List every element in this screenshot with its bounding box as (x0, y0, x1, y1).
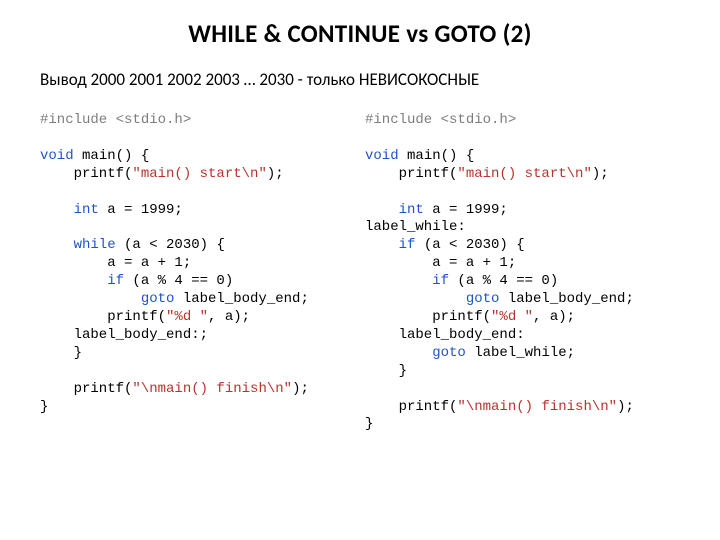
code-token: ); (617, 399, 634, 415)
code-token: "\nmain() finish\n" (132, 381, 292, 397)
code-token: ); (267, 166, 284, 182)
code-token: int (365, 202, 424, 218)
code-token: (a % 4 == 0) (124, 273, 233, 289)
code-line: label_while: (365, 219, 466, 235)
code-token: "%d " (491, 309, 533, 325)
code-token: void (40, 148, 74, 164)
code-block-right: #include <stdio.h> void main() { printf(… (365, 112, 680, 434)
code-column-left: #include <stdio.h> void main() { printf(… (40, 112, 355, 434)
code-line: } (365, 416, 373, 432)
code-line: #include <stdio.h> (365, 112, 516, 128)
code-token: "main() start\n" (132, 166, 266, 182)
code-token: label_body_end; (174, 291, 308, 307)
code-line: label_body_end:; (40, 327, 208, 343)
code-token: if (365, 273, 449, 289)
code-token: "main() start\n" (457, 166, 591, 182)
code-line: a = a + 1; (365, 255, 516, 271)
code-token: printf( (365, 166, 457, 182)
code-token: label_body_end; (499, 291, 633, 307)
code-block-left: #include <stdio.h> void main() { printf(… (40, 112, 355, 416)
code-token: (a < 2030) { (415, 237, 524, 253)
code-token: ); (592, 166, 609, 182)
code-token: "\nmain() finish\n" (457, 399, 617, 415)
code-line: label_body_end: (365, 327, 525, 343)
code-line: } (365, 363, 407, 379)
code-token: , a); (208, 309, 250, 325)
code-token: , a); (533, 309, 575, 325)
code-token: int (40, 202, 99, 218)
code-token: printf( (365, 399, 457, 415)
code-token: printf( (40, 309, 166, 325)
code-token: a = 1999; (99, 202, 183, 218)
code-token: goto (365, 291, 499, 307)
code-token: goto (40, 291, 174, 307)
code-line: } (40, 345, 82, 361)
slide-title: WHILE & CONTINUE vs GOTO (2) (40, 18, 680, 49)
slide-subtitle: Вывод 2000 2001 2002 2003 … 2030 - тольк… (40, 69, 680, 90)
code-token: "%d " (166, 309, 208, 325)
code-token: ); (292, 381, 309, 397)
code-token: goto (365, 345, 466, 361)
slide: WHILE & CONTINUE vs GOTO (2) Вывод 2000 … (0, 0, 720, 434)
code-column-right: #include <stdio.h> void main() { printf(… (365, 112, 680, 434)
code-token: (a % 4 == 0) (449, 273, 558, 289)
code-columns: #include <stdio.h> void main() { printf(… (40, 112, 680, 434)
code-line: a = a + 1; (40, 255, 191, 271)
code-token: main() { (399, 148, 475, 164)
code-token: (a < 2030) { (116, 237, 225, 253)
code-token: main() { (74, 148, 150, 164)
code-token: printf( (40, 166, 132, 182)
code-token: if (365, 237, 415, 253)
code-line: #include <stdio.h> (40, 112, 191, 128)
code-token: a = 1999; (424, 202, 508, 218)
code-token: printf( (365, 309, 491, 325)
code-token: if (40, 273, 124, 289)
code-token: void (365, 148, 399, 164)
code-line: } (40, 399, 48, 415)
code-token: while (40, 237, 116, 253)
code-token: printf( (40, 381, 132, 397)
code-token: label_while; (466, 345, 575, 361)
